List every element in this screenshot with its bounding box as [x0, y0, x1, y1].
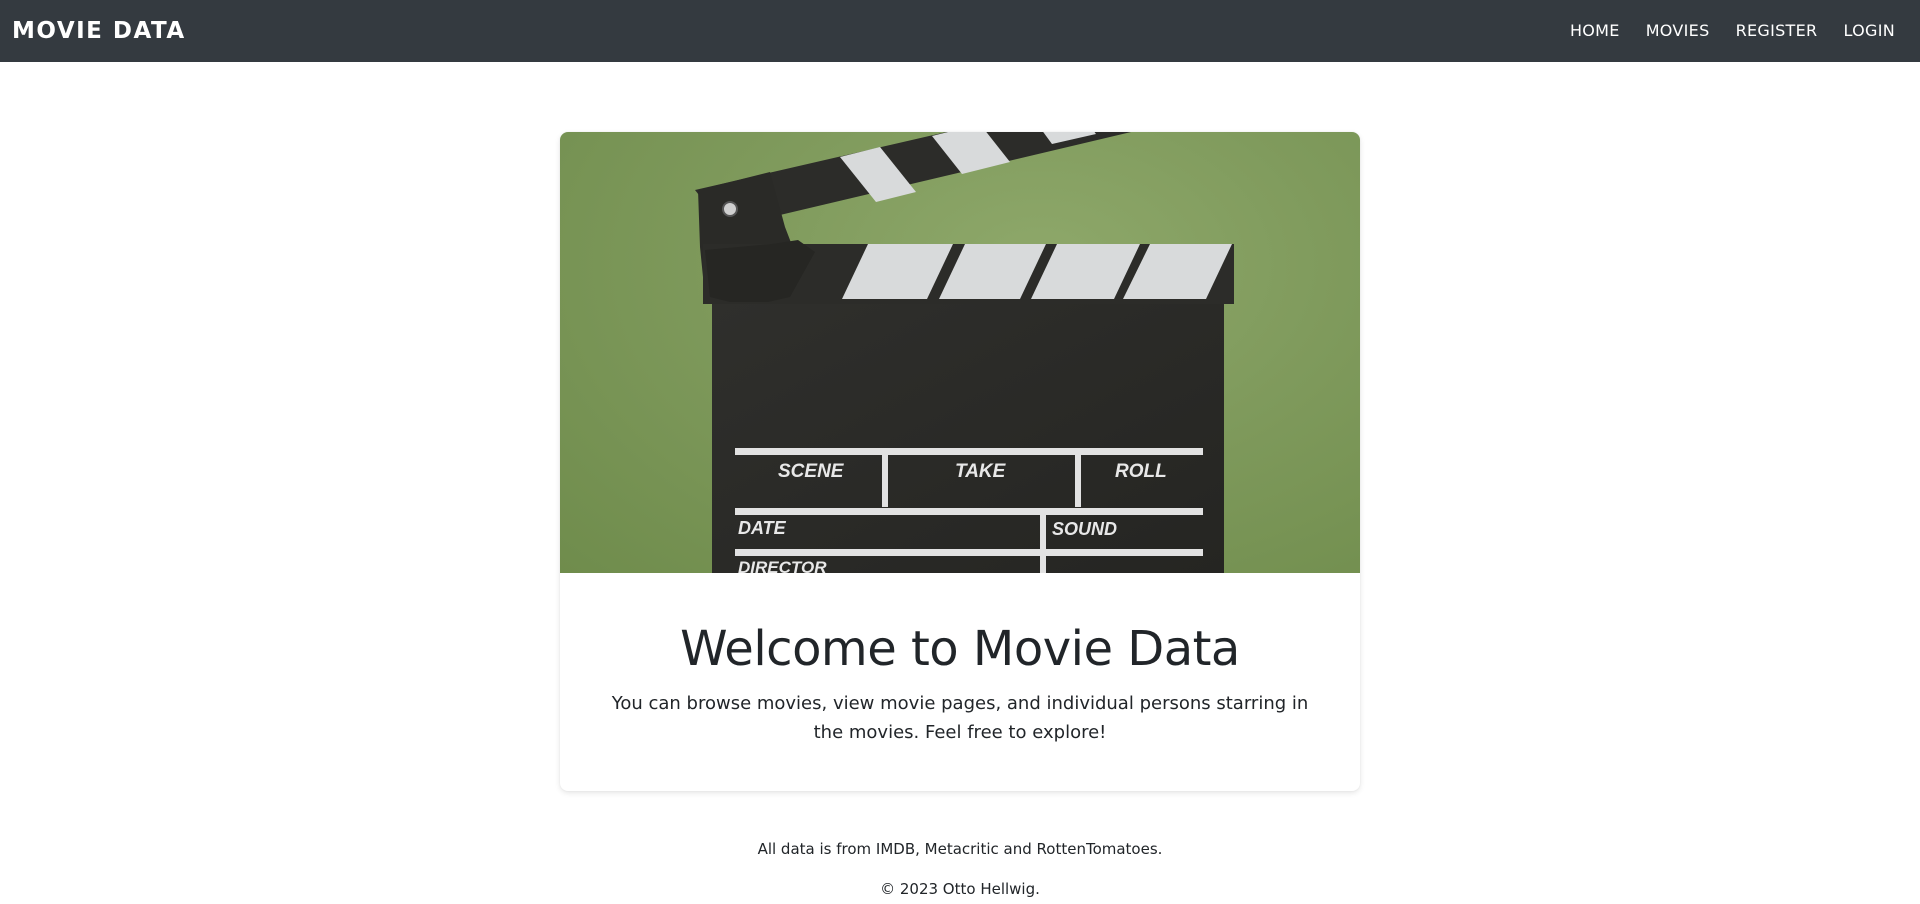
nav-movies-link[interactable]: MOVIES: [1633, 0, 1723, 62]
nav-home-link[interactable]: HOME: [1557, 0, 1633, 62]
welcome-description: You can browse movies, view movie pages,…: [611, 693, 1309, 743]
navbar: MOVIE DATA HOME MOVIES REGISTER LOGIN: [0, 0, 1920, 62]
nav-login-link[interactable]: LOGIN: [1830, 0, 1908, 62]
slate-label-scene: SCENE: [778, 461, 845, 482]
page-title: Welcome to Movie Data: [680, 621, 1240, 677]
brand-link[interactable]: MOVIE DATA: [12, 18, 186, 44]
hero-image-clapperboard: SCENE TAKE ROLL DATE SOUND DIRECTOR: [560, 132, 1360, 577]
slate-body: [712, 304, 1224, 573]
welcome-card: SCENE TAKE ROLL DATE SOUND DIRECTOR Welc…: [560, 132, 1360, 791]
slate-label-take: TAKE: [955, 461, 1007, 482]
slate-label-director: DIRECTOR: [738, 558, 827, 573]
footer-copyright: © 2023 Otto Hellwig.: [880, 880, 1040, 898]
slate-label-date: DATE: [738, 518, 787, 538]
nav-links: HOME MOVIES REGISTER LOGIN: [1557, 0, 1908, 62]
slate-label-roll: ROLL: [1115, 461, 1167, 482]
footer-sources: All data is from IMDB, Metacritic and Ro…: [757, 840, 1163, 858]
clapstick-bottom: [703, 240, 1234, 304]
slate-label-sound: SOUND: [1052, 519, 1117, 539]
nav-register-link[interactable]: REGISTER: [1723, 0, 1831, 62]
card-body: Welcome to Movie Data You can browse mov…: [560, 573, 1360, 791]
clapperboard-illustration: SCENE TAKE ROLL DATE SOUND DIRECTOR: [695, 132, 1234, 577]
